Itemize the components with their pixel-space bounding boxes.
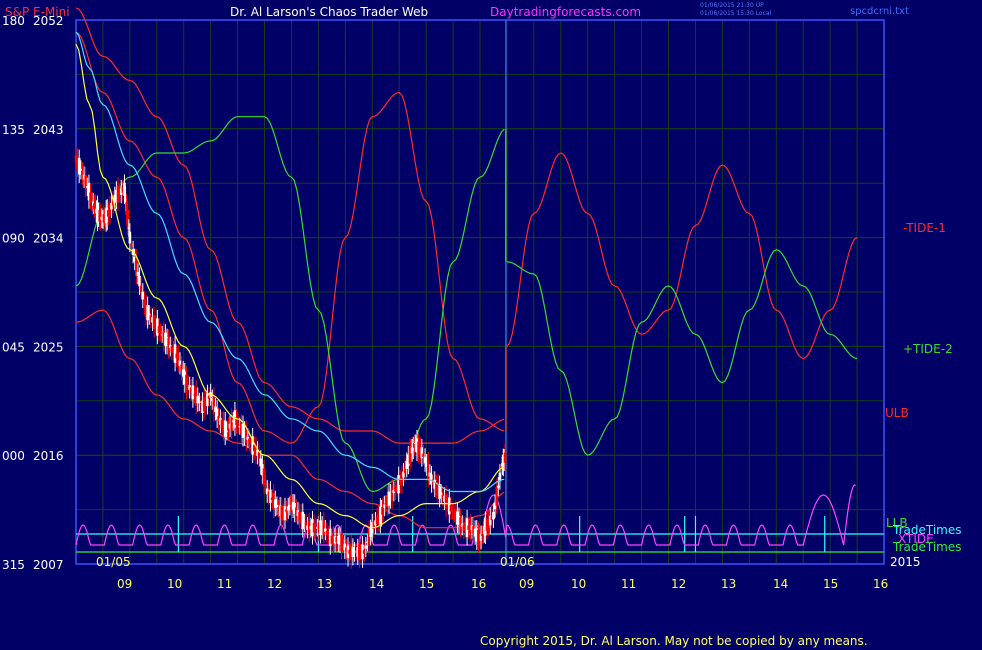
candle-body	[167, 337, 170, 351]
series-label: ULB	[885, 406, 909, 420]
x-tick-label: 10	[571, 577, 586, 591]
x-tick-label: 15	[823, 577, 838, 591]
candle-body	[244, 429, 248, 443]
chart-subtitle: Dr. Al Larson's Chaos Trader Web	[230, 5, 428, 19]
candle-body	[362, 550, 366, 554]
candle-body	[264, 483, 267, 486]
series-label: TradeTimes	[892, 540, 961, 554]
candle-body	[236, 422, 240, 425]
series-label: -TIDE-1	[903, 221, 946, 235]
candle-body	[116, 185, 120, 203]
candle-body	[152, 315, 156, 330]
candle-body	[136, 271, 140, 276]
candle-body	[503, 452, 507, 463]
year-label: 2015	[890, 555, 921, 569]
candle-body	[146, 305, 149, 321]
x-tick-label: 11	[217, 577, 232, 591]
candle-body	[77, 158, 81, 175]
candle-body	[492, 511, 495, 520]
x-tick-label: 12	[267, 577, 282, 591]
candle-body	[301, 511, 305, 530]
y-tide-label: 045	[2, 340, 25, 354]
x-tick-label: 16	[873, 577, 888, 591]
y-price-label: 2016	[33, 449, 64, 463]
candle-body	[138, 275, 141, 287]
candle-body	[141, 291, 145, 300]
candle-body	[451, 510, 454, 512]
y-tide-label: 090	[2, 232, 25, 246]
y-price-label: 2025	[33, 340, 64, 354]
y-tide-label: 000	[2, 449, 25, 463]
candle-body	[139, 285, 143, 291]
candle-body	[223, 420, 227, 437]
y-tide-label: 315	[2, 558, 25, 572]
y-tide-label: 180	[2, 14, 25, 28]
chaos-trader-chart: S&P E-Mini Dr. Al Larson's Chaos Trader …	[0, 0, 982, 650]
y-price-label: 2007	[33, 558, 64, 572]
candle-body	[159, 331, 162, 333]
x-tick-label: 16	[471, 577, 486, 591]
candle-body	[477, 529, 480, 546]
candle-body	[198, 401, 201, 403]
x-tick-label: 13	[317, 577, 332, 591]
candle-body	[89, 192, 92, 201]
x-tick-label: 12	[671, 577, 686, 591]
x-tick-label: 11	[621, 577, 636, 591]
candle-body	[283, 506, 287, 521]
candle-body	[185, 374, 188, 391]
timestamp-local: 01/06/2015 15:30 Local	[700, 10, 772, 17]
date-label: 01/05	[96, 555, 131, 569]
candle-body	[422, 453, 425, 457]
candle-body	[325, 530, 329, 535]
x-tick-label: 09	[117, 577, 132, 591]
candle-body	[497, 485, 500, 488]
x-tick-label: 15	[419, 577, 434, 591]
candle-body	[173, 344, 177, 363]
candle-body	[322, 520, 326, 535]
candle-body	[269, 489, 272, 503]
y-price-label: 2034	[33, 232, 64, 246]
candle-body	[390, 487, 394, 501]
candle-body	[230, 416, 233, 431]
date-label: 01/06	[500, 555, 535, 569]
x-tick-label: 09	[519, 577, 534, 591]
candle-body	[130, 243, 133, 247]
candle-body	[444, 493, 448, 509]
x-tick-label: 13	[721, 577, 736, 591]
y-tide-label: 135	[2, 123, 25, 137]
candle-body	[459, 517, 462, 529]
candle-body	[423, 456, 427, 464]
copyright: Copyright 2015, Dr. Al Larson. May not b…	[480, 634, 868, 648]
series-label: +TIDE-2	[903, 342, 953, 356]
candle-body	[275, 504, 279, 508]
candle-body	[495, 486, 498, 506]
x-tick-label: 14	[369, 577, 384, 591]
candle-body	[206, 393, 209, 407]
x-tick-label: 10	[167, 577, 182, 591]
candle-body	[340, 533, 343, 552]
candle-body	[191, 385, 195, 400]
file-label: spcdcrni.txt	[850, 6, 909, 17]
candle-body	[262, 468, 266, 486]
y-price-label: 2043	[33, 123, 64, 137]
candle-body	[364, 545, 368, 549]
y-price-label: 2052	[33, 14, 64, 28]
site-label: Daytradingforecasts.com	[490, 5, 641, 19]
timestamp-utc: 01/06/2015 21:30 UP	[700, 2, 764, 9]
x-tick-label: 14	[773, 577, 788, 591]
candle-body	[128, 231, 132, 244]
candle-body	[449, 505, 453, 512]
